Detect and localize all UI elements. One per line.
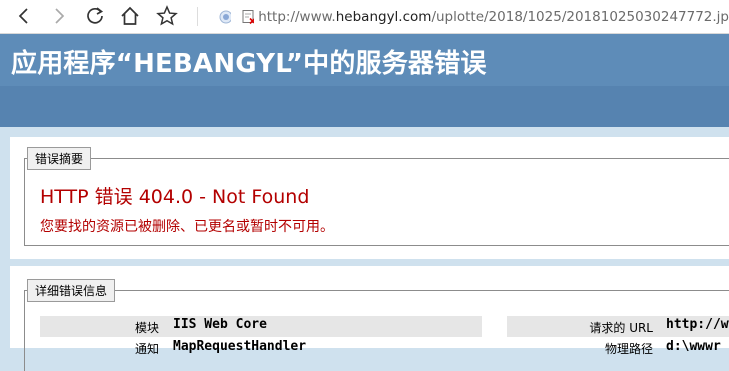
detail-value-notification: MapRequestHandler [173, 339, 307, 354]
detail-label-notification: 通知 [134, 342, 159, 356]
detail-value-request-url: http://ww [666, 317, 729, 332]
page-header: 应用程序“HEBANGYL”中的服务器错误 [0, 34, 729, 86]
home-button[interactable] [119, 5, 141, 27]
url-text[interactable]: http://www.hebangyl.com/uplotte/2018/102… [258, 9, 729, 25]
forward-arrow-icon [55, 8, 65, 24]
detail-label-request-url: 请求的 URL [589, 321, 653, 335]
error-message: 您要找的资源已被删除、已更名或暂时不可用。 [40, 219, 334, 235]
detail-legend: 详细错误信息 [27, 279, 116, 302]
error-summary-panel: 错误摘要 HTTP 错误 404.0 - Not Found 您要找的资源已被删… [10, 137, 729, 259]
toolbar-divider [197, 7, 198, 26]
back-arrow-icon [18, 8, 28, 24]
error-title: HTTP 错误 404.0 - Not Found [40, 186, 310, 208]
insecure-page-icon [242, 9, 255, 24]
summary-legend: 错误摘要 [27, 147, 92, 170]
star-icon [156, 5, 178, 26]
header-subbar [0, 86, 729, 127]
address-bar[interactable]: http://www.hebangyl.com/uplotte/2018/102… [203, 0, 729, 33]
url-path: /uplotte/2018/1025/20181025030247772.jp [431, 8, 729, 25]
detail-value-physical-path: d:\wwwr [666, 339, 721, 354]
home-icon [121, 6, 139, 25]
url-prefix: http://www. [258, 8, 336, 25]
browser-toolbar: http://www.hebangyl.com/uplotte/2018/102… [0, 0, 729, 34]
back-button[interactable] [13, 5, 35, 27]
page-info-icon [219, 10, 232, 23]
error-summary-fieldset: 错误摘要 HTTP 错误 404.0 - Not Found 您要找的资源已被删… [24, 147, 729, 246]
favorite-button[interactable] [156, 5, 178, 27]
page-title: 应用程序“HEBANGYL”中的服务器错误 [11, 49, 487, 79]
refresh-button[interactable] [84, 5, 106, 27]
refresh-icon [87, 7, 104, 24]
error-detail-panel: 详细错误信息 模块 IIS Web Core 通知 MapRequestHand… [10, 266, 729, 371]
detail-label-physical-path: 物理路径 [604, 342, 653, 356]
error-detail-fieldset: 详细错误信息 模块 IIS Web Core 通知 MapRequestHand… [24, 279, 729, 371]
forward-button[interactable] [48, 5, 70, 27]
detail-value-module: IIS Web Core [173, 317, 267, 332]
url-host: hebangyl.com [335, 8, 432, 25]
detail-label-module: 模块 [134, 321, 159, 335]
